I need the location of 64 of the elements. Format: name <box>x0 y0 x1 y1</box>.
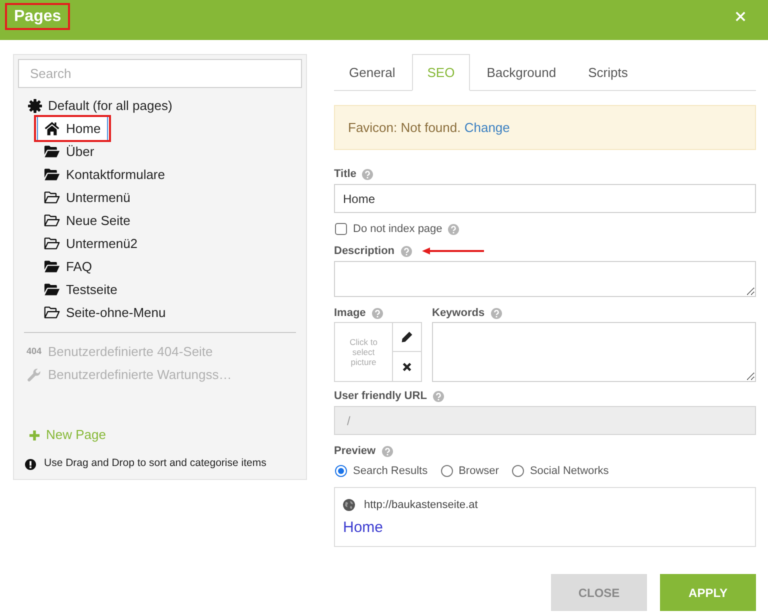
tree-item[interactable]: Untermenü <box>37 188 138 207</box>
x-icon <box>402 362 412 372</box>
folder-open-icon <box>44 168 60 181</box>
url-field: / <box>334 406 756 435</box>
gear-icon <box>28 98 42 112</box>
tree-item[interactable]: Untermenü2 <box>37 234 145 253</box>
field-label: Description <box>334 244 395 259</box>
plus-icon <box>29 430 40 440</box>
folder-outline-icon <box>44 191 60 204</box>
wrench-icon <box>27 368 41 382</box>
radio-label: Search Results <box>353 464 428 479</box>
folder-outline-icon <box>44 237 60 250</box>
checkbox-label: Do not index page <box>353 222 442 237</box>
change-link[interactable]: Change <box>464 120 510 135</box>
help-icon <box>372 308 383 318</box>
exclamation-icon <box>25 458 36 470</box>
description-field[interactable] <box>334 261 756 297</box>
checkbox[interactable] <box>335 223 347 235</box>
folder-outline-icon <box>44 214 60 227</box>
help-icon <box>362 168 374 180</box>
tree-item[interactable]: Über <box>37 142 102 161</box>
tree-item[interactable]: FAQ <box>37 257 100 276</box>
tab[interactable]: Background <box>472 54 572 91</box>
help-icon <box>400 246 412 256</box>
folder-open-icon <box>44 145 60 158</box>
tree-item[interactable]: Seite-ohne-Menu <box>37 303 173 322</box>
help-icon <box>490 308 502 318</box>
home-icon <box>44 121 60 136</box>
tab[interactable]: General <box>334 54 410 91</box>
close-icon <box>734 11 746 22</box>
globe-icon <box>343 499 355 511</box>
field-label: Preview <box>334 444 376 459</box>
tree-item[interactable]: Kontaktformulare <box>37 165 172 184</box>
field-label: Image <box>334 306 366 321</box>
dialog-title: Pages <box>14 8 62 24</box>
tab[interactable]: Scripts <box>573 54 643 91</box>
pencil-icon <box>401 331 413 343</box>
field-label: Title <box>334 166 356 182</box>
field-label: User friendly URL <box>334 388 427 404</box>
tree-item[interactable]: Home <box>37 116 108 141</box>
tree-item[interactable]: Default (for all pages) <box>21 96 180 115</box>
folder-open-icon <box>44 283 60 296</box>
close-button[interactable] <box>733 10 747 24</box>
radio-button[interactable] <box>335 465 347 477</box>
title-field[interactable]: Home <box>334 184 756 213</box>
help-icon <box>382 446 393 456</box>
radio-label: Browser <box>458 464 499 479</box>
radio-label: Social Networks <box>530 464 609 479</box>
tree-item[interactable]: Neue Seite <box>37 211 138 230</box>
help-icon <box>432 390 444 402</box>
hint-text: Use Drag and Drop to sort and categorise items <box>44 456 266 472</box>
help-icon <box>448 224 460 234</box>
page-code-label: 404 <box>26 344 42 358</box>
preview-url: http://baukastenseite.at <box>364 498 478 513</box>
alert-message: Favicon: Not found. Change <box>348 118 510 137</box>
field-label: Keywords <box>432 306 485 321</box>
keywords-field[interactable] <box>432 322 756 382</box>
preview-title: Home <box>343 519 384 538</box>
search-field[interactable]: Search <box>18 59 302 88</box>
radio-button[interactable] <box>512 465 524 477</box>
folder-open-icon <box>44 260 60 273</box>
folder-outline-icon <box>44 306 60 319</box>
tree-item[interactable]: Testseite <box>37 280 124 299</box>
radio-button[interactable] <box>440 465 453 477</box>
